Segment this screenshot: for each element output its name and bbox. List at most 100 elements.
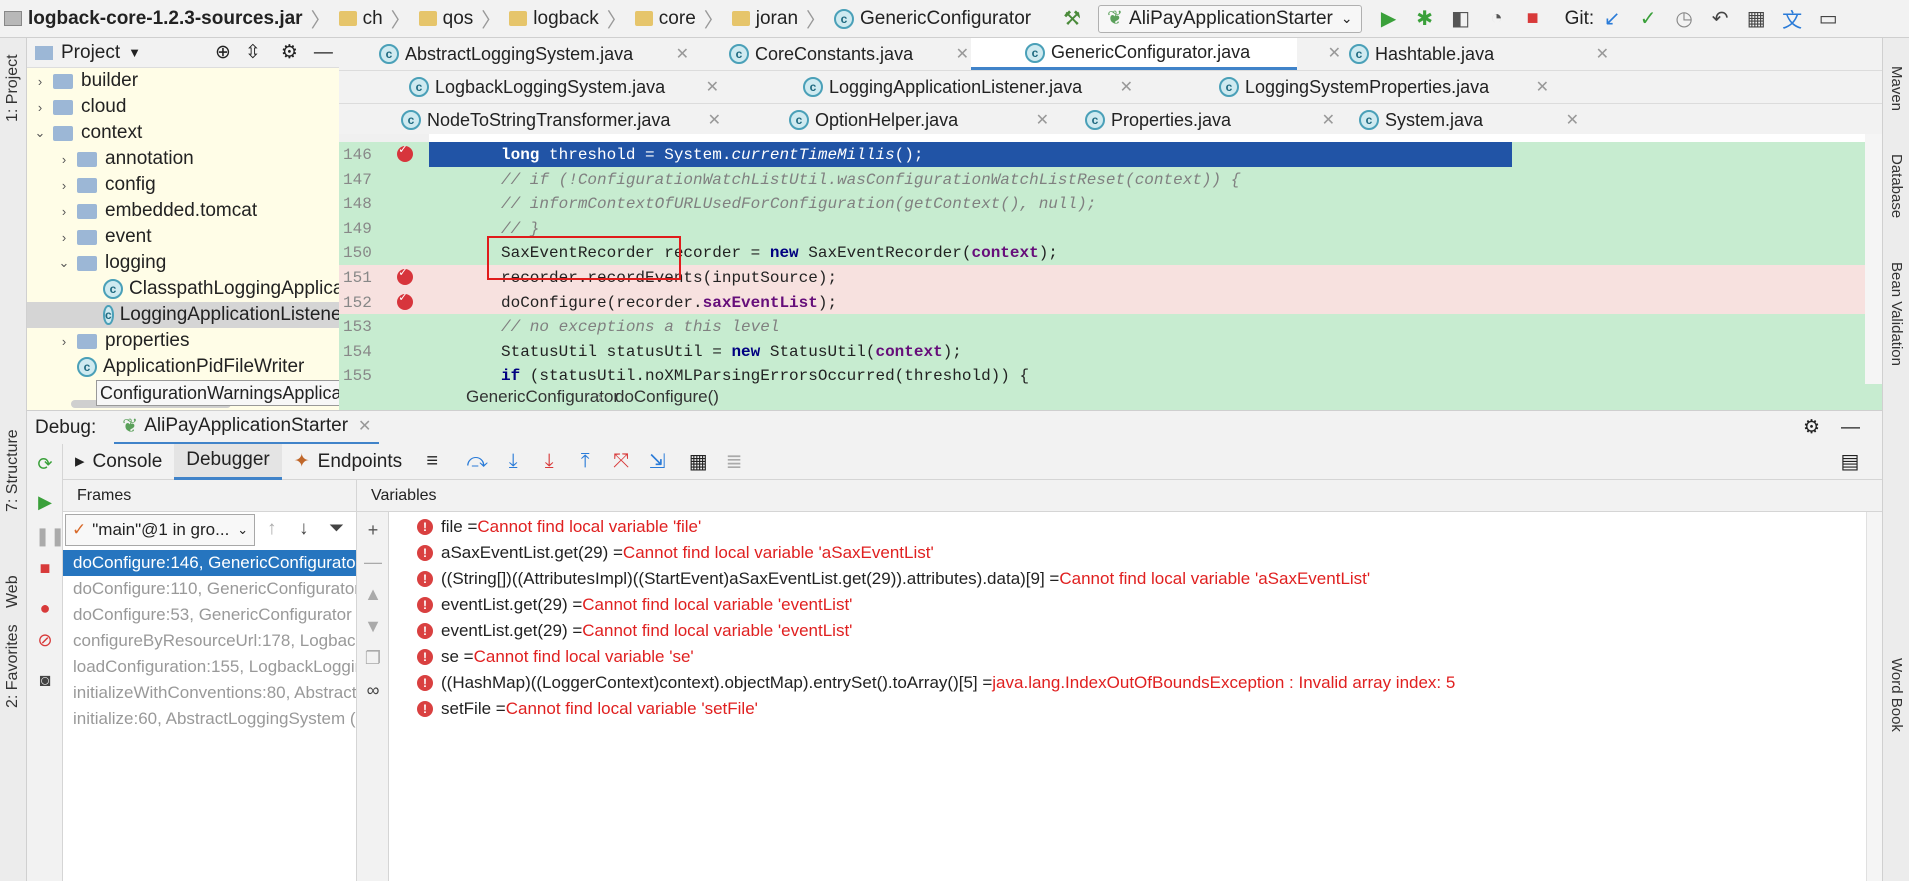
close-icon[interactable]: ✕ (358, 416, 371, 436)
project-structure-icon[interactable]: ▦ (1743, 6, 1769, 32)
breadcrumb-jar[interactable]: logback-core-1.2.3-sources.jar (0, 0, 307, 38)
history-icon[interactable]: ◷ (1671, 6, 1697, 32)
variable-row[interactable]: ! ((String[])((AttributesImpl)((StartEven… (417, 566, 1370, 592)
copy-icon[interactable]: ❐ (363, 648, 383, 668)
force-step-into-icon[interactable]: ⤓ (536, 449, 562, 475)
breadcrumb-method[interactable]: doConfigure() (615, 387, 719, 407)
step-over-icon[interactable]: ⤼ (464, 449, 490, 475)
pause-icon[interactable]: ❚❚ (35, 526, 65, 546)
project-tool-tab[interactable]: 1: Project (4, 54, 22, 122)
rerun-icon[interactable]: ⟳ (35, 454, 55, 474)
run-configuration-selector[interactable]: ❦ AliPayApplicationStarter ⌄ (1098, 4, 1362, 33)
tab-system[interactable]: c System.java ✕ (1359, 104, 1579, 136)
close-icon[interactable]: ✕ (956, 44, 969, 64)
resume-icon[interactable]: ▶ (35, 492, 55, 512)
breadcrumb-joran[interactable]: joran (728, 0, 802, 38)
frame-row[interactable]: configureByResourceUrl:178, LogbackLo (63, 628, 356, 654)
build-hammer-icon[interactable]: ⚒ (1059, 6, 1085, 32)
editor-scrollbar[interactable] (1865, 134, 1882, 384)
tab-properties[interactable]: c Properties.java ✕ (1085, 104, 1335, 136)
hide-icon[interactable]: — (1841, 417, 1860, 439)
run-icon[interactable]: ▶ (1376, 6, 1402, 32)
tab-debugger[interactable]: Debugger (174, 443, 282, 480)
expand-arrow-icon[interactable]: › (57, 204, 71, 219)
tab-abstract-logging-system[interactable]: c AbstractLoggingSystem.java ✕ (379, 38, 689, 70)
tab-endpoints[interactable]: ✦ Endpoints (282, 444, 414, 480)
close-icon[interactable]: ✕ (1566, 110, 1579, 130)
down-arrow-icon[interactable]: ↓ (299, 518, 309, 540)
tab-hashtable[interactable]: c Hashtable.java ✕ (1349, 38, 1609, 70)
gear-icon[interactable]: ⚙ (281, 41, 298, 64)
code-line[interactable]: 148 // informContextOfURLUsedForConfigur… (339, 191, 1882, 216)
code-line[interactable]: 152 doConfigure(recorder.saxEventList); (339, 289, 1882, 315)
breakpoint-icon[interactable] (397, 265, 413, 285)
profile-icon[interactable]: ◔ (1484, 6, 1510, 32)
variable-row[interactable]: ! eventList.get(29) = Cannot find local v… (417, 618, 852, 644)
collapse-all-icon[interactable]: ⇳ (245, 41, 261, 64)
drop-frame-icon[interactable]: ⤧ (608, 449, 634, 475)
code-line[interactable]: 147 // if (!ConfigurationWatchListUtil.w… (339, 166, 1882, 192)
menu-icon[interactable]: ≡ (419, 449, 445, 475)
variable-row[interactable]: ! eventList.get(29) = Cannot find local v… (417, 592, 852, 618)
breadcrumb-qos[interactable]: qos (415, 0, 478, 38)
expand-arrow-icon[interactable]: › (57, 152, 71, 167)
close-icon[interactable]: ✕ (1596, 44, 1609, 64)
step-out-icon[interactable]: ⤒ (572, 449, 598, 475)
variable-row[interactable]: ! setFile = Cannot find local variable 's… (417, 696, 758, 722)
tree-item-builder[interactable]: › builder (33, 68, 138, 94)
filter-icon[interactable]: ⏷ (329, 518, 344, 540)
word-book-tool-tab[interactable]: Word Book (1888, 658, 1905, 732)
code-line[interactable]: 146 long threshold = System.currentTimeM… (339, 142, 1882, 167)
breadcrumb-class[interactable]: c GenericConfigurator (830, 0, 1035, 38)
tree-item-config[interactable]: › config (57, 172, 156, 198)
tree-item-properties[interactable]: › properties (57, 328, 190, 354)
favorites-tool-tab[interactable]: 2: Favorites (4, 624, 22, 708)
tree-item-event[interactable]: › event (57, 224, 152, 250)
move-up-icon[interactable]: ▲ (363, 584, 383, 604)
code-line[interactable]: 154 StatusUtil statusUtil = new StatusUt… (339, 338, 1882, 364)
breadcrumb-ch[interactable]: ch (335, 0, 387, 38)
trace-icon[interactable]: ≣ (721, 449, 747, 475)
tree-item-annotation[interactable]: › annotation (57, 146, 194, 172)
thread-selector[interactable]: ✓ "main"@1 in gro... ⌄ (65, 514, 255, 546)
up-arrow-icon[interactable]: ↑ (267, 518, 277, 540)
maven-tool-tab[interactable]: Maven (1888, 66, 1905, 111)
evaluate-expression-icon[interactable]: ▦ (685, 449, 711, 475)
tab-node-to-string-transformer[interactable]: c NodeToStringTransformer.java ✕ (401, 104, 721, 136)
breadcrumb-logback[interactable]: logback (505, 0, 603, 38)
tab-logback-logging-system[interactable]: c LogbackLoggingSystem.java ✕ (409, 71, 719, 103)
git-update-icon[interactable]: ↙ (1599, 6, 1625, 32)
tab-console[interactable]: ▸ Console (63, 444, 174, 480)
tab-core-constants[interactable]: c CoreConstants.java ✕ (729, 38, 969, 70)
tree-item-application-pid-file-writer[interactable]: c ApplicationPidFileWriter (77, 354, 304, 380)
close-icon[interactable]: ✕ (708, 110, 721, 130)
debug-session-tab[interactable]: ❦ AliPayApplicationStarter ✕ (114, 411, 380, 445)
variable-row[interactable]: ! aSaxEventList.get(29) = Cannot find loc… (417, 540, 934, 566)
code-line[interactable]: 153 // no exceptions a this level (339, 314, 1882, 339)
coverage-icon[interactable]: ◧ (1448, 6, 1474, 32)
hide-icon[interactable]: — (314, 42, 333, 64)
database-tool-tab[interactable]: Database (1888, 154, 1905, 218)
translate-icon[interactable]: 文 (1779, 6, 1805, 32)
tree-item-classpath-logging-listener[interactable]: c ClasspathLoggingApplicationListener (103, 276, 339, 302)
bean-validation-tool-tab[interactable]: Bean Validation (1888, 262, 1905, 366)
project-panel-title[interactable]: Project (61, 42, 120, 64)
remove-watch-icon[interactable]: — (363, 552, 383, 572)
breadcrumb-core[interactable]: core (631, 0, 700, 38)
tab-logging-system-properties[interactable]: c LoggingSystemProperties.java ✕ (1219, 71, 1549, 103)
tree-item-logging[interactable]: ⌄ logging (57, 250, 167, 276)
step-into-icon[interactable]: ⤓ (500, 449, 526, 475)
stop-icon[interactable]: ■ (35, 558, 55, 578)
mute-breakpoints-icon[interactable]: ⊘ (35, 630, 55, 650)
tab-option-helper[interactable]: c OptionHelper.java ✕ (789, 104, 1049, 136)
structure-tool-tab[interactable]: 7: Structure (4, 429, 22, 512)
web-tool-tab[interactable]: Web (4, 575, 22, 608)
git-commit-icon[interactable]: ✓ (1635, 6, 1661, 32)
tab-generic-configurator[interactable]: c GenericConfigurator.java ✕ (971, 38, 1341, 70)
frame-row[interactable]: loadConfiguration:155, LogbackLogging (63, 654, 356, 680)
gear-icon[interactable]: ⚙ (1803, 416, 1820, 439)
stop-icon[interactable]: ■ (1520, 6, 1546, 32)
run-to-cursor-icon[interactable]: ⇲ (644, 449, 670, 475)
expand-arrow-icon[interactable]: › (57, 334, 71, 349)
breakpoint-icon[interactable] (397, 290, 413, 310)
